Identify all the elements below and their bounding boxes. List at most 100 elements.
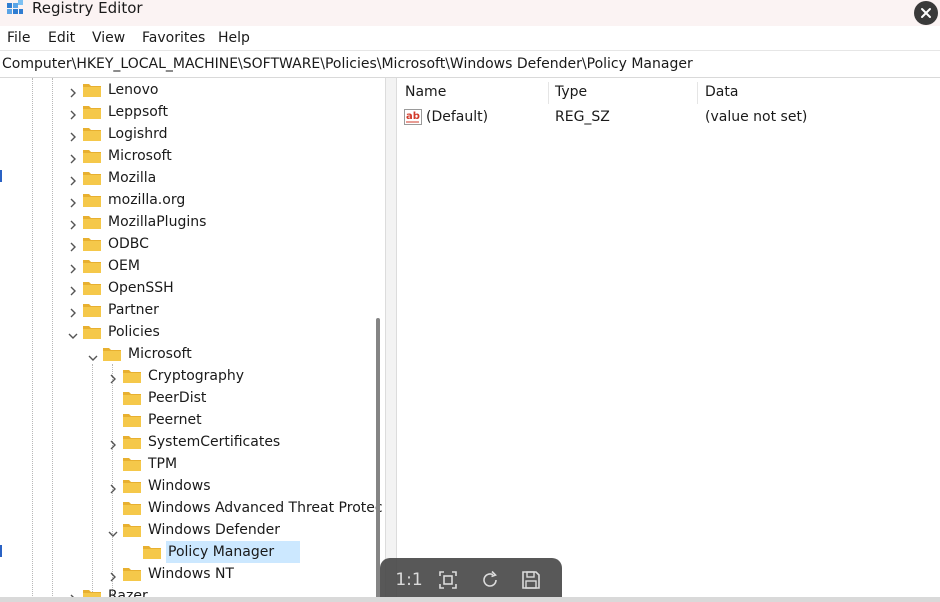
tree-item-label: Policy Manager [168, 544, 275, 560]
edge-marker [0, 545, 2, 557]
tree-item-label: mozilla.org [108, 192, 186, 208]
rotate-icon [483, 570, 497, 587]
actual-size-button[interactable]: 1:1 [395, 568, 422, 592]
chevron-right-icon[interactable] [68, 238, 78, 252]
tree-item[interactable]: Logishrd [0, 123, 372, 145]
close-button[interactable] [914, 1, 938, 25]
tree-item[interactable]: MozillaPlugins [0, 211, 372, 233]
tree-item[interactable]: Windows Advanced Threat Protec [0, 497, 383, 519]
menu-bar: File Edit View Favorites Help [0, 26, 940, 51]
tree-item[interactable]: Windows [0, 475, 372, 497]
tree-item-label: Microsoft [108, 148, 172, 164]
column-name-header[interactable]: Name [405, 84, 446, 100]
tree-item[interactable]: OEM [0, 255, 372, 277]
title-bar: Registry Editor [0, 0, 940, 26]
tree-item[interactable]: TPM [0, 453, 372, 475]
tree-scrollbar-thumb[interactable] [376, 318, 380, 602]
pane-splitter[interactable] [385, 78, 397, 602]
chevron-right-icon[interactable] [68, 216, 78, 230]
column-separator[interactable] [548, 82, 549, 104]
tree-item[interactable]: Microsoft [0, 145, 372, 167]
rotate-button[interactable] [478, 568, 502, 592]
tree-item[interactable]: Windows NT [0, 563, 372, 585]
tree-item[interactable]: Lenovo [0, 79, 372, 101]
tree-item-label: Lenovo [108, 82, 159, 98]
menu-edit[interactable]: Edit [48, 30, 75, 46]
tree-item[interactable]: OpenSSH [0, 277, 372, 299]
chevron-right-icon[interactable] [68, 106, 78, 120]
window-title: Registry Editor [32, 0, 143, 17]
folder-icon [122, 522, 142, 538]
folder-icon [122, 478, 142, 494]
folder-icon [122, 390, 142, 406]
folder-icon [122, 368, 142, 384]
folder-icon [122, 412, 142, 428]
folder-icon [82, 192, 102, 208]
folder-icon [102, 346, 122, 362]
tree-item-label: OpenSSH [108, 280, 174, 296]
save-button[interactable] [519, 568, 543, 592]
chevron-right-icon[interactable] [108, 436, 118, 450]
tree-item[interactable]: mozilla.org [0, 189, 372, 211]
tree-item-label: Policies [108, 324, 160, 340]
tree-item[interactable]: SystemCertificates [0, 431, 372, 453]
tree-item-label: Windows [148, 478, 211, 494]
tree-item-label: Windows NT [148, 566, 234, 582]
save-icon [522, 571, 540, 589]
tree-item[interactable]: PeerDist [0, 387, 372, 409]
folder-icon [82, 170, 102, 186]
chevron-right-icon[interactable] [68, 84, 78, 98]
viewer-toolbar: 1:1 [380, 558, 562, 602]
menu-file[interactable]: File [7, 30, 30, 46]
tree-item[interactable]: Mozilla [0, 167, 372, 189]
tree-item-label: Cryptography [148, 368, 245, 384]
chevron-right-icon[interactable] [108, 568, 118, 582]
chevron-right-icon[interactable] [68, 172, 78, 186]
folder-icon [122, 566, 142, 582]
chevron-down-icon[interactable] [67, 326, 78, 339]
folder-icon [82, 148, 102, 164]
tree-item[interactable]: Windows Defender [0, 519, 372, 541]
tree-item-label: Windows Defender [148, 522, 281, 538]
column-type-header[interactable]: Type [555, 84, 587, 100]
chevron-right-icon[interactable] [68, 304, 78, 318]
close-icon [921, 8, 931, 18]
menu-view[interactable]: View [92, 30, 125, 46]
chevron-right-icon[interactable] [68, 194, 78, 208]
folder-icon [82, 104, 102, 120]
registry-icon [7, 0, 23, 14]
tree-item[interactable]: Microsoft [0, 343, 372, 365]
chevron-down-icon[interactable] [107, 524, 118, 537]
folder-icon [122, 500, 142, 516]
tree-item[interactable]: Cryptography [0, 365, 372, 387]
column-separator[interactable] [697, 82, 698, 104]
folder-icon [82, 82, 102, 98]
chevron-right-icon[interactable] [108, 370, 118, 384]
address-path[interactable]: Computer\HKEY_LOCAL_MACHINE\SOFTWARE\Pol… [2, 56, 693, 72]
chevron-right-icon[interactable] [68, 128, 78, 142]
address-bar[interactable]: Computer\HKEY_LOCAL_MACHINE\SOFTWARE\Pol… [0, 51, 940, 78]
chevron-right-icon[interactable] [108, 480, 118, 494]
value-name: (Default) [426, 109, 489, 125]
chevron-right-icon[interactable] [68, 260, 78, 274]
tree-item[interactable]: Leppsoft [0, 101, 372, 123]
menu-help[interactable]: Help [218, 30, 250, 46]
menu-favorites[interactable]: Favorites [142, 30, 205, 46]
tree-item-label: ODBC [108, 236, 149, 252]
tree-item-label: TPM [148, 456, 178, 472]
chevron-down-icon[interactable] [87, 348, 98, 361]
edge-marker [0, 170, 2, 182]
values-pane[interactable]: Name Type Data ab (Default) REG_SZ (valu… [398, 78, 940, 602]
tree-item[interactable]: Policies [0, 321, 372, 343]
folder-icon [142, 544, 162, 560]
chevron-right-icon[interactable] [68, 282, 78, 296]
tree-pane[interactable]: Lenovo Leppsoft Logishrd Microsoft Mozilla mo… [0, 78, 385, 602]
tree-item[interactable]: Partner [0, 299, 372, 321]
tree-item[interactable]: Peernet [0, 409, 372, 431]
string-value-icon: ab [404, 109, 422, 125]
chevron-right-icon[interactable] [68, 150, 78, 164]
tree-item[interactable]: Policy Manager [0, 541, 372, 563]
fit-to-screen-button[interactable] [436, 568, 460, 592]
column-data-header[interactable]: Data [705, 84, 738, 100]
tree-item[interactable]: ODBC [0, 233, 372, 255]
